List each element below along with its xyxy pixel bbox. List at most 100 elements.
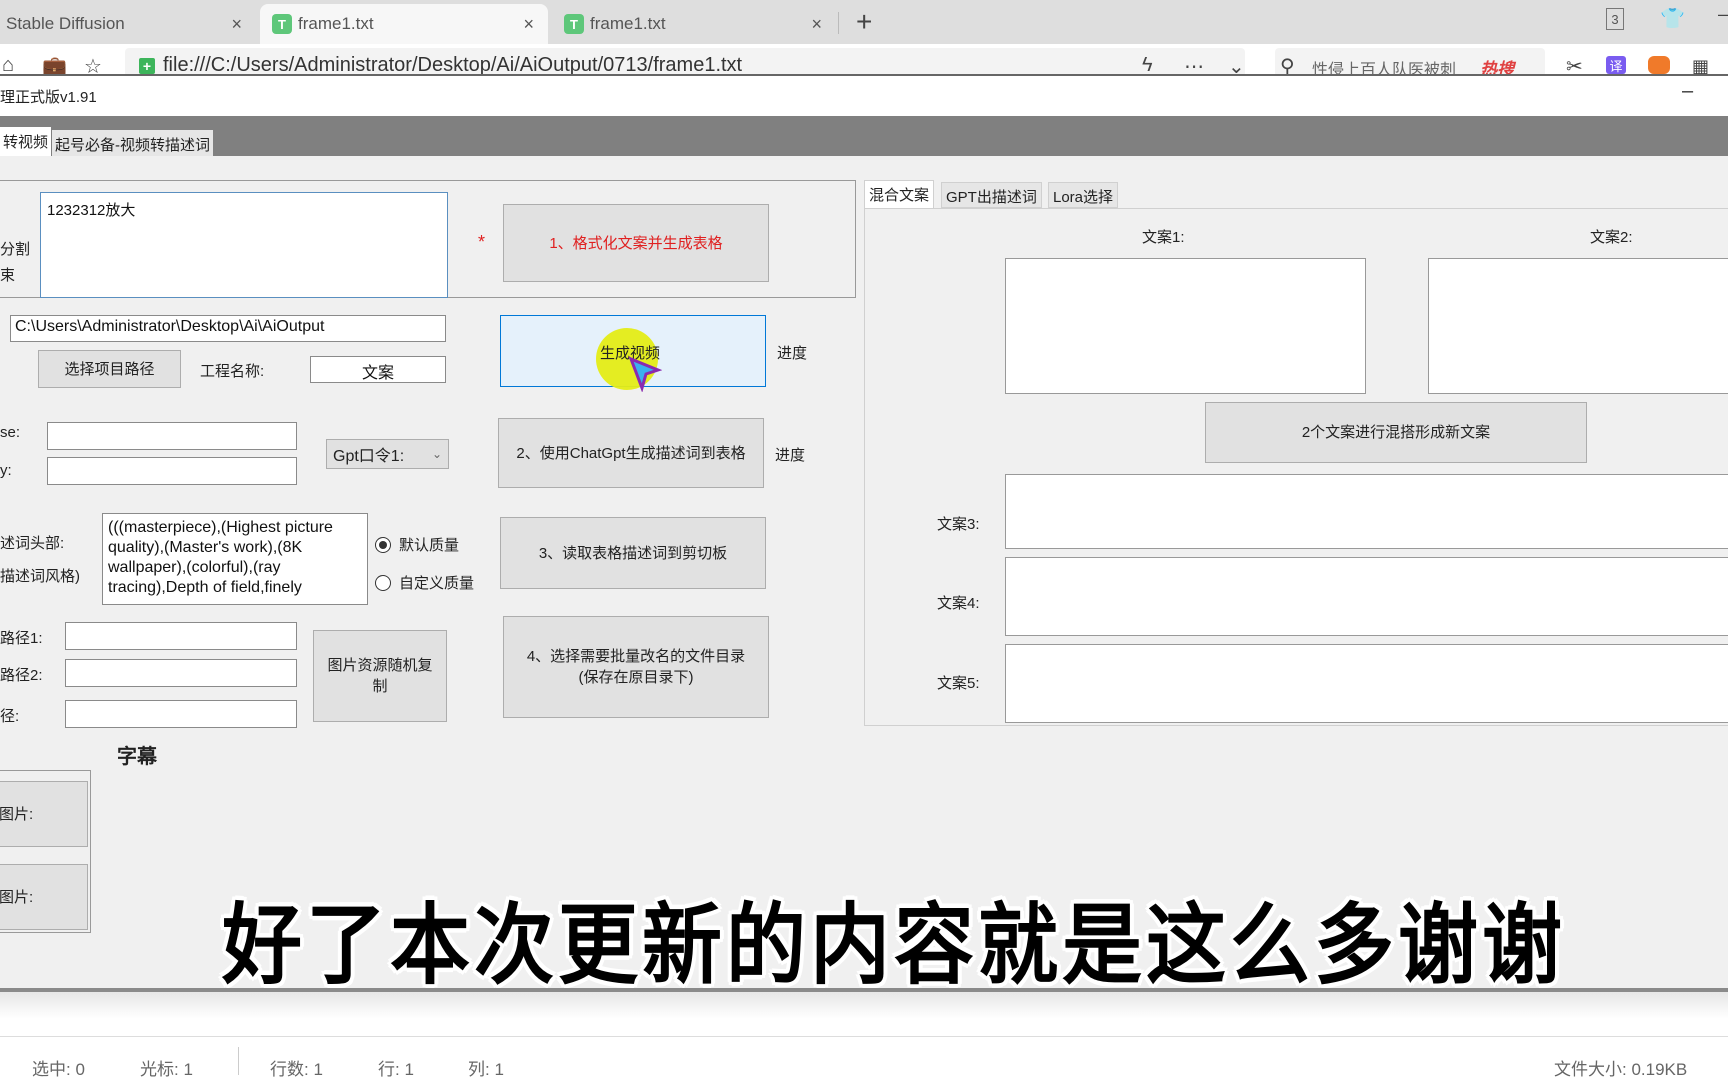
hot-search-label[interactable]: 热搜 (1480, 55, 1514, 74)
status-file-size: 文件大小: 0.19KB (1554, 1060, 1688, 1079)
tab-video-to-prompt[interactable]: 起号必备-视频转描述词 (52, 130, 213, 156)
progress-label-1: 进度 (777, 345, 808, 362)
status-divider (238, 1047, 239, 1075)
tab-title: frame1.txt (590, 14, 666, 33)
status-column: 列: 1 (468, 1060, 504, 1079)
mix-copies-button[interactable]: 2个文案进行混搭形成新文案 (1205, 402, 1587, 463)
browser-tab-stable-diffusion[interactable]: Stable Diffusion × (0, 4, 256, 44)
image-button-2[interactable]: 图片: (0, 864, 88, 930)
image-button-1[interactable]: 图片: (0, 781, 88, 847)
home-icon[interactable]: ⌂ (2, 54, 14, 74)
project-name-label: 工程名称: (200, 363, 265, 380)
radio-label: 默认质量 (399, 537, 460, 554)
copy2-textarea[interactable] (1428, 258, 1728, 394)
prompt-style-label: 描述词风格) (0, 568, 80, 585)
mouse-pointer-icon (628, 356, 662, 392)
tab-separator (838, 12, 839, 34)
favorites-star-icon[interactable]: ☆ (84, 54, 102, 74)
window-count-icon[interactable]: 3 (1606, 8, 1624, 30)
chevron-down-icon: ⌄ (431, 447, 442, 461)
skin-shirt-icon[interactable]: 👕 (1660, 6, 1685, 31)
text-file-icon: T (564, 14, 584, 34)
random-copy-images-button[interactable]: 图片资源随机复制 (313, 630, 447, 722)
tab-mix-copy[interactable]: 混合文案 (864, 180, 935, 209)
video-subtitle-overlay: 好了本次更新的内容就是这么多谢谢 (222, 894, 1566, 997)
copy5-textarea[interactable] (1005, 644, 1728, 723)
close-icon[interactable]: × (523, 14, 534, 35)
apps-grid-icon[interactable]: ▦ (1692, 56, 1709, 74)
chevron-down-icon[interactable]: ⌄ (1228, 54, 1245, 74)
prompt-head-textarea[interactable]: (((masterpiece),(Highest picture quality… (102, 513, 368, 605)
base-label: se: (0, 424, 21, 441)
path3-label: 径: (0, 708, 20, 725)
browser-tab-bar: Stable Diffusion × T frame1.txt × T fram… (0, 0, 1728, 44)
script-textarea[interactable]: 1232312放大 (40, 192, 448, 298)
progress-label-2: 进度 (775, 447, 806, 464)
scissors-icon[interactable]: ✂ (1566, 54, 1583, 74)
base-input[interactable] (47, 422, 297, 450)
copy3-textarea[interactable] (1005, 474, 1728, 549)
status-line-count: 行数: 1 (270, 1060, 323, 1079)
status-selected: 选中: 0 (32, 1060, 85, 1079)
radio-checked-icon (375, 536, 391, 553)
tab-gpt-prompt[interactable]: GPT出描述词 (941, 182, 1042, 208)
required-mark: * (478, 232, 486, 252)
split-label: 分割 (0, 241, 31, 258)
radio-custom-quality[interactable]: 自定义质量 (375, 572, 474, 593)
more-icon[interactable]: ⋯ (1184, 54, 1204, 74)
url-input[interactable]: file:///C:/Users/Administrator/Desktop/A… (163, 54, 742, 74)
status-line: 行: 1 (378, 1060, 414, 1079)
copy5-label: 文案5: (937, 675, 980, 692)
prompt-head-label: 述词头部: (0, 535, 65, 552)
lightning-icon[interactable]: ϟ (1142, 54, 1153, 74)
window-minimize-button[interactable]: – (1682, 80, 1693, 103)
tab-title: frame1.txt (298, 14, 374, 33)
app-titlebar: 理正式版v1.91 – (0, 76, 1728, 116)
batch-rename-line1: 4、选择需要批量改名的文件目录 (526, 648, 746, 665)
address-bar-row: ⌂ 💼 ☆ + file:///C:/Users/Administrator/D… (0, 44, 1728, 74)
path2-label: 路径2: (0, 667, 43, 684)
end-label: 束 (0, 267, 16, 284)
key-input[interactable] (47, 457, 297, 485)
choose-project-path-button[interactable]: 选择项目路径 (38, 350, 181, 388)
project-path-input[interactable]: C:\Users\Administrator\Desktop\Ai\AiOutp… (10, 315, 446, 342)
read-to-clipboard-button[interactable]: 3、读取表格描述词到剪切板 (500, 517, 766, 589)
batch-rename-button[interactable]: 4、选择需要批量改名的文件目录 (保存在原目录下) (503, 616, 769, 718)
radio-label: 自定义质量 (399, 575, 475, 592)
translate-icon[interactable]: 译 (1606, 56, 1626, 74)
game-icon[interactable] (1648, 56, 1670, 74)
close-icon[interactable]: × (811, 14, 822, 35)
copy2-label: 文案2: (1590, 229, 1633, 246)
briefcase-icon[interactable]: 💼 (42, 54, 67, 74)
copy3-label: 文案3: (937, 516, 980, 533)
close-icon[interactable]: × (231, 14, 242, 35)
search-icon[interactable]: ⚲ (1280, 54, 1295, 74)
chatgpt-generate-button[interactable]: 2、使用ChatGpt生成描述词到表格 (498, 418, 764, 488)
copy4-label: 文案4: (937, 595, 980, 612)
path1-label: 路径1: (0, 630, 43, 647)
radio-default-quality[interactable]: 默认质量 (375, 534, 459, 555)
batch-rename-line2: (保存在原目录下) (578, 669, 694, 686)
project-name-input[interactable]: 文案 (310, 356, 446, 383)
copy1-label: 文案1: (1142, 229, 1185, 246)
secure-plus-icon: + (139, 58, 155, 74)
path2-input[interactable] (65, 659, 297, 687)
tab-to-video[interactable]: 转视频 (0, 127, 52, 156)
new-tab-button[interactable]: + (856, 6, 872, 38)
text-file-icon: T (272, 14, 292, 34)
minimize-icon[interactable]: – (1718, 4, 1728, 25)
format-script-button[interactable]: 1、格式化文案并生成表格 (503, 204, 769, 282)
tab-lora-select[interactable]: Lora选择 (1048, 182, 1119, 208)
gpt-command-select[interactable]: Gpt口令1: ⌄ (326, 439, 449, 469)
gpt-command-value: Gpt口令1: (333, 448, 405, 465)
copy4-textarea[interactable] (1005, 557, 1728, 636)
search-hint-text[interactable]: 性侵上百人队医被刺 (1312, 56, 1456, 74)
path3-input[interactable] (65, 700, 297, 728)
radio-unchecked-icon (375, 574, 391, 591)
path1-input[interactable] (65, 622, 297, 650)
app-title: 理正式版v1.91 (0, 89, 97, 106)
browser-tab-frame1-active[interactable]: T frame1.txt × (260, 4, 548, 44)
copy1-textarea[interactable] (1005, 258, 1366, 394)
app-tab-strip (0, 116, 1728, 156)
browser-tab-frame1[interactable]: T frame1.txt × (552, 4, 836, 44)
